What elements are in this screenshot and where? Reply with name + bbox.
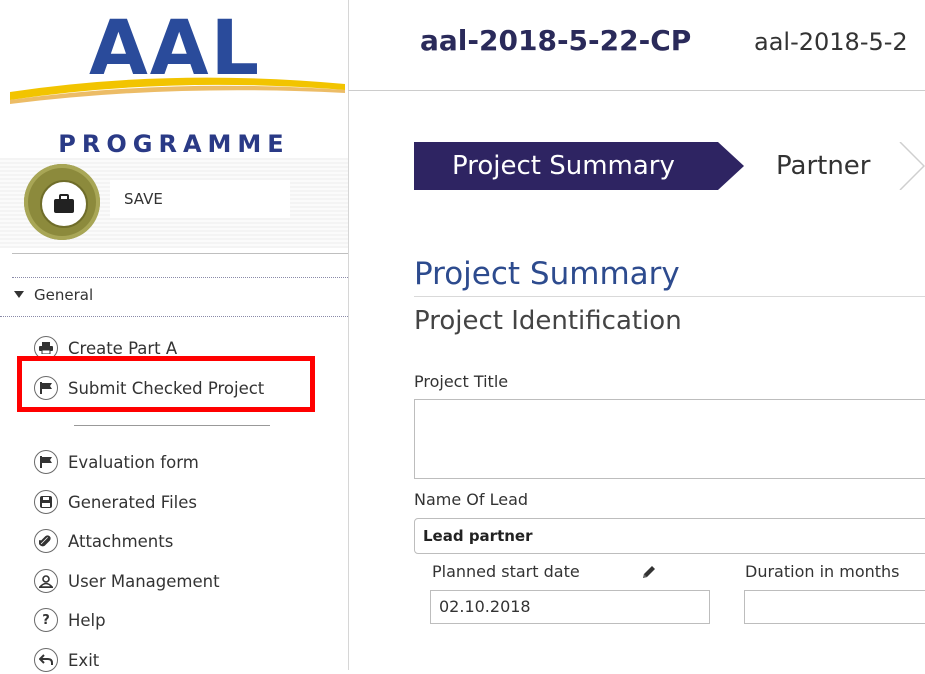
menu-divider <box>74 425 270 426</box>
logo-swoosh-icon <box>10 77 345 104</box>
sidebar-item-label: Submit Checked Project <box>68 378 265 398</box>
sidebar-group-label: General <box>34 286 94 304</box>
divider <box>12 277 348 278</box>
aal-logo: AAL PROGRAMME <box>0 0 348 160</box>
sidebar-item-user-management[interactable]: User Management <box>34 567 220 595</box>
sidebar: AAL PROGRAMME SAVE General Create Part A <box>0 0 349 672</box>
save-area: SAVE <box>0 158 348 248</box>
name-of-lead-select[interactable]: Lead partner <box>414 518 925 554</box>
duration-months-label: Duration in months <box>745 562 900 581</box>
section-title: Project Summary <box>414 256 680 292</box>
sidebar-group-general[interactable]: General <box>14 286 93 304</box>
save-label[interactable]: SAVE <box>110 180 290 218</box>
sidebar-item-label: Create Part A <box>68 338 178 358</box>
sidebar-item-submit-checked-project[interactable]: Submit Checked Project <box>34 374 264 402</box>
divider <box>348 90 925 91</box>
save-disk-icon <box>34 490 58 514</box>
divider <box>0 316 348 317</box>
sidebar-item-label: Attachments <box>68 531 174 551</box>
divider <box>12 253 348 254</box>
sidebar-item-generated-files[interactable]: Generated Files <box>34 488 197 516</box>
divider <box>414 296 925 297</box>
name-of-lead-label: Name Of Lead <box>414 490 529 509</box>
sidebar-item-label: Help <box>68 610 106 630</box>
sidebar-item-label: Exit <box>68 650 100 670</box>
sidebar-item-attachments[interactable]: Attachments <box>34 527 173 555</box>
planned-start-date-label: Planned start date <box>432 562 580 581</box>
project-id-secondary: aal-2018-5-2 <box>754 28 908 56</box>
logo-tagline: PROGRAMME <box>58 130 290 158</box>
sidebar-item-create-part-a[interactable]: Create Part A <box>34 334 177 362</box>
sidebar-item-help[interactable]: ? Help <box>34 606 106 634</box>
project-id-title: aal-2018-5-22-CP <box>420 24 692 57</box>
briefcase-icon <box>40 180 88 228</box>
sidebar-item-label: Evaluation form <box>68 452 199 472</box>
duration-months-input[interactable] <box>744 590 925 624</box>
flag-icon <box>34 376 58 400</box>
step-chevron-icon <box>899 142 925 190</box>
user-icon <box>34 569 58 593</box>
step-project-summary[interactable]: Project Summary <box>414 142 744 190</box>
project-title-input[interactable] <box>414 399 925 479</box>
sidebar-item-label: User Management <box>68 571 220 591</box>
sidebar-item-label: Generated Files <box>68 492 197 512</box>
exit-arrow-icon <box>34 648 58 672</box>
paperclip-icon <box>34 529 58 553</box>
step-navigation: Project Summary Partner <box>414 142 925 190</box>
help-icon: ? <box>34 608 58 632</box>
step-partner[interactable]: Partner <box>776 142 871 190</box>
flag-icon <box>34 450 58 474</box>
subsection-title: Project Identification <box>414 306 682 336</box>
pencil-icon[interactable] <box>640 563 658 581</box>
sidebar-item-evaluation-form[interactable]: Evaluation form <box>34 448 199 476</box>
save-button[interactable] <box>24 164 100 240</box>
print-icon <box>34 336 58 360</box>
planned-start-date-input[interactable]: 02.10.2018 <box>430 590 710 624</box>
caret-down-icon <box>14 291 24 298</box>
project-title-label: Project Title <box>414 372 509 391</box>
